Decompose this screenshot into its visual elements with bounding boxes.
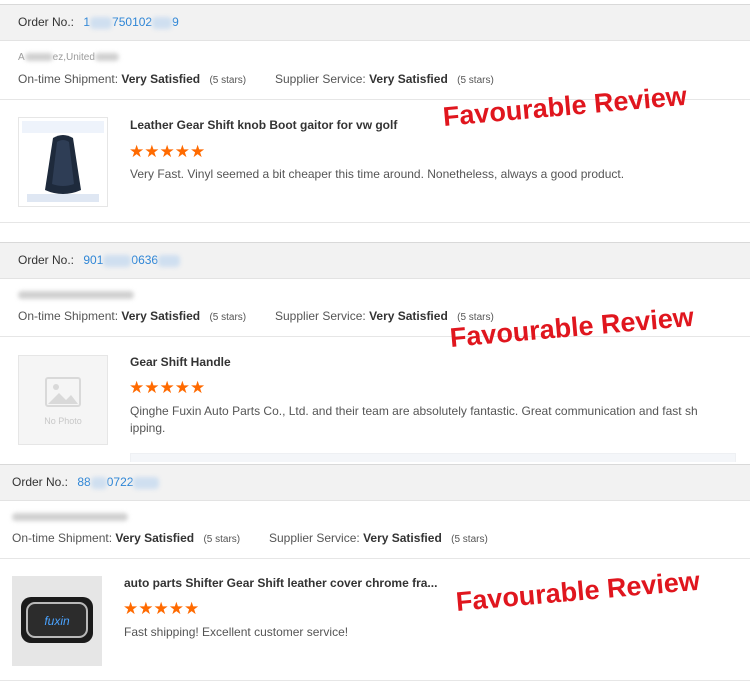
review-card-2: Order No.: 901 0636 On-time Shipment: Ver… bbox=[0, 240, 750, 467]
rating-stars: ★★★★★ bbox=[123, 599, 200, 618]
ontime-value: Very Satisfied bbox=[115, 531, 195, 545]
ontime-stars-note: (5 stars) bbox=[209, 75, 247, 86]
review-card-3: Order No.: 88 0722 On-time Shipment: Very… bbox=[0, 462, 750, 700]
ratings-row: On-time Shipment: Very Satisfied (5 star… bbox=[12, 531, 750, 545]
product-title[interactable]: Leather Gear Shift knob Boot gaitor for … bbox=[130, 118, 397, 132]
favourable-review-stamp: Favourable Review bbox=[454, 565, 701, 617]
divider bbox=[0, 680, 750, 681]
ontime-label: On-time Shipment: bbox=[18, 72, 119, 86]
ontime-stars-note: (5 stars) bbox=[209, 312, 247, 323]
ontime-value: Very Satisfied bbox=[121, 309, 201, 323]
order-number-link[interactable]: 901 0636 bbox=[83, 253, 181, 267]
product-thumbnail[interactable] bbox=[18, 117, 108, 207]
supplier-label: Supplier Service: bbox=[269, 531, 360, 545]
brand-caption: fuxin bbox=[44, 614, 70, 628]
product-title[interactable]: auto parts Shifter Gear Shift leather co… bbox=[124, 576, 437, 590]
buyer-location bbox=[12, 512, 128, 523]
order-bar: Order No.: 88 0722 bbox=[0, 464, 750, 501]
supplier-stars-note: (5 stars) bbox=[451, 534, 488, 545]
supplier-value: Very Satisfied bbox=[369, 309, 448, 323]
order-number-label: Order No.: bbox=[12, 475, 69, 489]
supplier-label: Supplier Service: bbox=[275, 72, 366, 86]
review-text: Fast shipping! Excellent customer servic… bbox=[124, 625, 349, 639]
review-card-1: Order No.: 1 750102 9 Aez,United On-time S… bbox=[0, 0, 750, 240]
supplier-label: Supplier Service: bbox=[275, 309, 366, 323]
rating-stars: ★★★★★ bbox=[129, 142, 206, 161]
gear-boot-image bbox=[19, 118, 107, 206]
ontime-value: Very Satisfied bbox=[121, 72, 201, 86]
supplier-value: Very Satisfied bbox=[369, 72, 448, 86]
supplier-stars-note: (5 stars) bbox=[457, 75, 494, 86]
order-bar: Order No.: 901 0636 bbox=[0, 242, 750, 279]
order-number-link[interactable]: 88 0722 bbox=[77, 475, 160, 489]
no-photo-icon bbox=[19, 356, 107, 444]
no-photo-caption: No Photo bbox=[44, 416, 82, 426]
order-number-label: Order No.: bbox=[18, 253, 75, 267]
buyer-location: Aez,United bbox=[18, 52, 119, 63]
supplier-value: Very Satisfied bbox=[363, 531, 442, 545]
divider bbox=[0, 558, 750, 559]
rating-stars: ★★★★★ bbox=[129, 378, 206, 397]
ontime-label: On-time Shipment: bbox=[12, 531, 113, 545]
order-bar: Order No.: 1 750102 9 bbox=[0, 4, 750, 41]
ontime-label: On-time Shipment: bbox=[18, 309, 119, 323]
ontime-stars-note: (5 stars) bbox=[203, 534, 241, 545]
favourable-review-stamp: Favourable Review bbox=[441, 80, 688, 132]
product-thumbnail[interactable]: fuxin bbox=[12, 576, 102, 666]
order-number-link[interactable]: 1 750102 9 bbox=[83, 15, 178, 29]
product-title[interactable]: Gear Shift Handle bbox=[130, 355, 231, 369]
buyer-location bbox=[18, 290, 134, 301]
review-text: Very Fast. Vinyl seemed a bit cheaper th… bbox=[130, 167, 625, 181]
divider bbox=[0, 222, 750, 223]
review-text: Qinghe Fuxin Auto Parts Co., Ltd. and th… bbox=[130, 404, 698, 435]
order-number-label: Order No.: bbox=[18, 15, 75, 29]
product-thumbnail[interactable]: No Photo bbox=[18, 355, 108, 445]
